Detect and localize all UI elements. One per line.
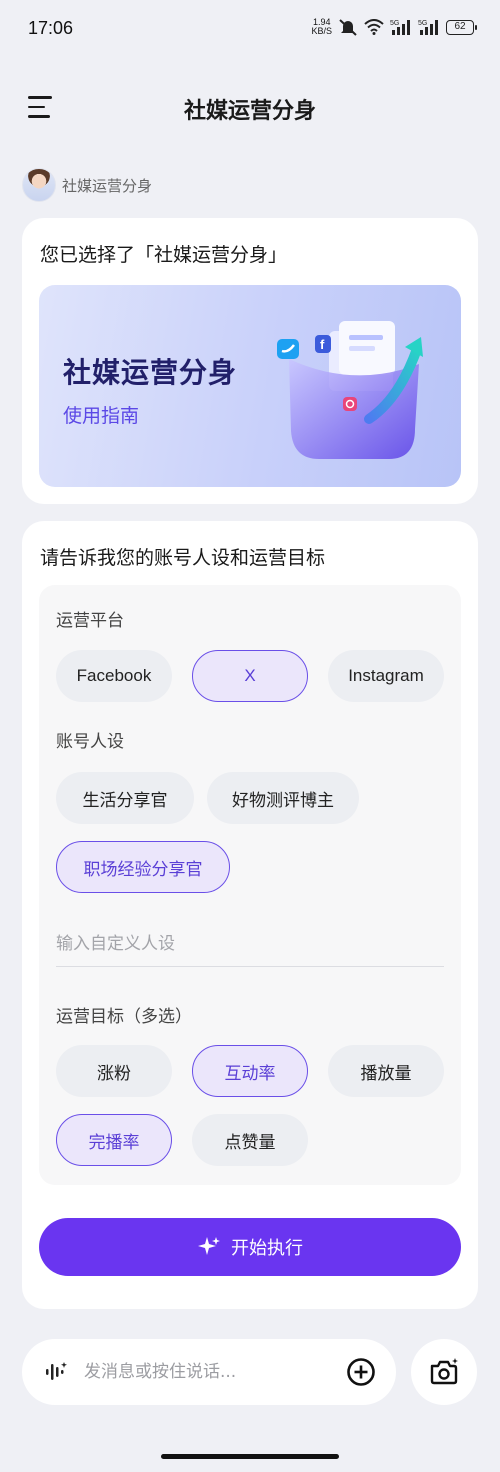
bot-name: 社媒运营分身 (62, 176, 153, 195)
selection-card: 您已选择了「社媒运营分身」 社媒运营分身 使用指南 f (22, 218, 478, 504)
chip-platform-x[interactable]: X (192, 650, 308, 702)
goal-label: 运营目标（多选） (56, 1007, 192, 1027)
persona-label: 账号人设 (56, 732, 124, 752)
chip-goal-completion[interactable]: 完播率 (56, 1114, 172, 1166)
social-folder-illustration: f (277, 321, 423, 459)
status-icons: 1.94 KB/S 5G 5G 62 (311, 17, 477, 36)
chip-platform-facebook[interactable]: Facebook (56, 650, 172, 702)
message-bar (22, 1339, 396, 1405)
form-box: 运营平台 Facebook X Instagram 账号人设 生活分享官 好物测… (39, 585, 461, 1185)
status-time: 17:06 (28, 18, 74, 38)
page-title: 社媒运营分身 (183, 99, 316, 124)
status-bar: 17:06 1.94 KB/S 5G 5G 62 (0, 0, 500, 60)
persona-form-card: 请告诉我您的账号人设和运营目标 运营平台 Facebook X Instagra… (22, 521, 478, 1309)
user-guide-link[interactable]: 使用指南 (63, 401, 139, 428)
platform-label: 运营平台 (56, 611, 124, 631)
chip-goal-followers[interactable]: 涨粉 (56, 1045, 172, 1097)
signal-icon-1: 5G (390, 20, 410, 35)
chip-persona-life-sharer[interactable]: 生活分享官 (56, 772, 194, 824)
plus-circle-icon[interactable] (346, 1357, 376, 1387)
camera-button[interactable] (411, 1339, 477, 1405)
chip-goal-engagement[interactable]: 互动率 (192, 1045, 308, 1097)
chip-goal-views[interactable]: 播放量 (328, 1045, 444, 1097)
message-input[interactable] (84, 1351, 334, 1393)
avatar (22, 168, 56, 202)
chip-platform-instagram[interactable]: Instagram (328, 650, 444, 702)
voice-wave-icon[interactable] (44, 1360, 68, 1384)
chip-persona-career-sharer[interactable]: 职场经验分享官 (56, 841, 230, 893)
start-execution-button[interactable]: 开始执行 (39, 1218, 461, 1276)
form-card-title: 请告诉我您的账号人设和运营目标 (40, 547, 326, 569)
battery-icon: 62 (446, 19, 477, 35)
agent-banner[interactable]: 社媒运营分身 使用指南 f (39, 285, 461, 487)
sparkle-icon (198, 1237, 220, 1255)
svg-text:f: f (320, 337, 325, 352)
svg-text:5G: 5G (390, 20, 399, 27)
network-speed: 1.94 KB/S (311, 17, 332, 36)
chip-goal-likes[interactable]: 点赞量 (192, 1114, 308, 1166)
chip-persona-product-reviewer[interactable]: 好物测评博主 (207, 772, 359, 824)
svg-text:5G: 5G (418, 20, 427, 27)
start-button-label: 开始执行 (231, 1238, 303, 1258)
signal-icon-2: 5G (418, 20, 438, 35)
wifi-icon (364, 19, 384, 35)
selection-card-title: 您已选择了「社媒运营分身」 (40, 244, 288, 266)
mute-bell-icon (339, 19, 357, 36)
app-header: 社媒运营分身 (0, 78, 500, 136)
custom-persona-input[interactable] (56, 921, 444, 967)
home-indicator (161, 1454, 339, 1459)
bot-identity: 社媒运营分身 (22, 168, 152, 202)
banner-title: 社媒运营分身 (63, 356, 238, 389)
camera-sparkle-icon (430, 1358, 458, 1385)
